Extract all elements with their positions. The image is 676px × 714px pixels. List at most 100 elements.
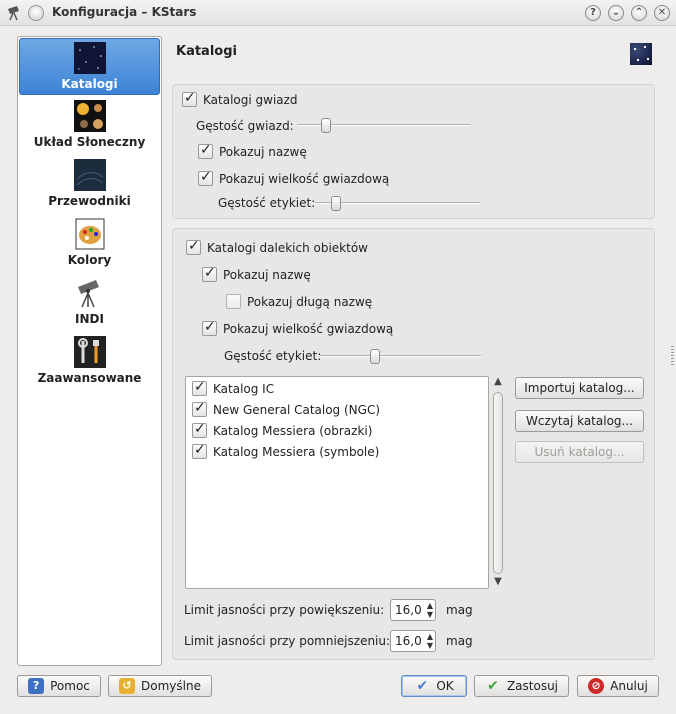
sidebar-item-kolory[interactable]: Kolory	[19, 218, 160, 267]
button-label: Zastosuj	[506, 679, 559, 693]
list-item[interactable]: Katalog Messiera (symbole)	[192, 442, 380, 459]
deep-sky-catalogs-checkbox[interactable]: Katalogi dalekich obiektów	[186, 238, 368, 255]
sidebar-item-label: Przewodniki	[48, 194, 131, 208]
telescope-app-icon	[8, 6, 19, 21]
slider-thumb[interactable]	[331, 196, 341, 211]
deep-sky-show-long-name-checkbox[interactable]: Pokazuj długą nazwę	[226, 294, 372, 309]
star-label-density-slider[interactable]	[315, 196, 480, 211]
spin-arrows-icon[interactable]: ▲ ▼	[427, 632, 433, 650]
checkbox-box[interactable]	[226, 294, 241, 309]
scrollbar-groove[interactable]	[493, 392, 503, 574]
help-window-button[interactable]: ?	[585, 5, 601, 21]
sidebar-item-label: Układ Słoneczny	[33, 135, 146, 149]
defaults-icon: ↺	[119, 678, 136, 694]
button-label: Anuluj	[610, 679, 648, 693]
checkbox-box[interactable]	[192, 421, 207, 438]
checkbox-box[interactable]	[198, 169, 213, 186]
pin-button[interactable]	[28, 5, 44, 21]
checkbox-box[interactable]	[192, 442, 207, 459]
slider-thumb[interactable]	[370, 349, 380, 364]
checkbox-label: Pokazuj nazwę	[219, 144, 307, 159]
slider-thumb[interactable]	[321, 118, 331, 133]
color-palette-icon	[75, 218, 104, 250]
remove-catalog-button[interactable]: Usuń katalog...	[515, 441, 644, 463]
load-catalog-button[interactable]: Wczytaj katalog...	[515, 410, 644, 432]
list-item-label: Katalog IC	[213, 381, 275, 396]
star-density-slider[interactable]	[297, 118, 471, 133]
zoom-in-limit-label: Limit jasności przy powiększeniu:	[184, 603, 385, 617]
apply-button[interactable]: ✔ Zastosuj	[474, 675, 569, 697]
chevron-down-icon[interactable]: ▼	[491, 576, 505, 588]
button-label: Pomoc	[50, 679, 90, 693]
deep-sky-show-name-checkbox[interactable]: Pokazuj nazwę	[202, 265, 311, 282]
sidebar-item-indi[interactable]: INDI	[19, 277, 160, 326]
catalog-list-scrollbar[interactable]: ▲ ▼	[491, 376, 505, 589]
spin-arrows-icon[interactable]: ▲ ▼	[427, 601, 433, 619]
checkbox-box[interactable]	[192, 400, 207, 417]
star-label-density-label: Gęstość etykiet:	[218, 196, 316, 210]
checkbox-box[interactable]	[186, 238, 201, 255]
minimize-button[interactable]: ⌄	[608, 5, 624, 21]
apply-checkmark-icon: ✔	[487, 678, 499, 694]
chevron-up-icon[interactable]: ▲	[491, 376, 505, 388]
sidebar-item-uklad-sloneczny[interactable]: Układ Słoneczny	[19, 100, 160, 149]
sidebar-item-label: Kolory	[67, 253, 112, 267]
ok-button[interactable]: ✔ OK	[401, 675, 467, 697]
resize-grip[interactable]	[671, 346, 674, 366]
defaults-button[interactable]: ↺ Domyślne	[108, 675, 212, 697]
help-icon: ?	[28, 678, 45, 694]
solar-system-icon	[73, 100, 106, 132]
spinbox-value: 16,0	[395, 603, 422, 617]
button-label: OK	[436, 679, 454, 693]
help-button[interactable]: ? Pomoc	[17, 675, 101, 697]
checkbox-box[interactable]	[198, 142, 213, 159]
sidebar-item-przewodniki[interactable]: Przewodniki	[19, 159, 160, 208]
sidebar-item-label: Zaawansowane	[37, 371, 142, 385]
tools-icon	[73, 336, 106, 368]
list-item[interactable]: Katalog Messiera (obrazki)	[192, 421, 373, 438]
title-bar: Konfiguracja – KStars ? ⌄ ⌃ ✕	[0, 0, 676, 26]
checkbox-label: Katalogi gwiazd	[203, 92, 298, 107]
zoom-in-limit-spinbox[interactable]: 16,0 ▲ ▼	[390, 599, 436, 621]
spinbox-value: 16,0	[395, 634, 422, 648]
sidebar-item-label: Katalogi	[61, 77, 118, 91]
zoom-in-unit: mag	[446, 603, 473, 617]
checkbox-box[interactable]	[182, 90, 197, 107]
checkmark-icon: ✔	[416, 678, 429, 694]
sidebar: Katalogi Układ Słoneczny Przewodniki Kol…	[17, 36, 162, 666]
list-item[interactable]: Katalog IC	[192, 379, 275, 396]
checkbox-label: Pokazuj długą nazwę	[247, 294, 373, 309]
star-catalogs-checkbox[interactable]: Katalogi gwiazd	[182, 90, 298, 107]
catalog-list[interactable]: Katalog IC New General Catalog (NGC) Kat…	[185, 376, 489, 589]
zoom-out-limit-spinbox[interactable]: 16,0 ▲ ▼	[390, 630, 436, 652]
checkbox-box[interactable]	[202, 265, 217, 282]
deep-sky-label-density-label: Gęstość etykiet:	[224, 349, 322, 363]
checkbox-label: Katalogi dalekich obiektów	[207, 240, 368, 255]
checkbox-label: Pokazuj wielkość gwiazdową	[219, 171, 390, 186]
import-catalog-button[interactable]: Importuj katalog...	[515, 377, 644, 399]
maximize-button[interactable]: ⌃	[631, 5, 647, 21]
checkbox-label: Pokazuj wielkość gwiazdową	[223, 321, 394, 336]
star-show-magnitude-checkbox[interactable]: Pokazuj wielkość gwiazdową	[198, 169, 390, 186]
cancel-icon: ⊘	[588, 678, 605, 694]
sidebar-item-katalogi[interactable]: Katalogi	[19, 38, 160, 95]
list-item-label: New General Catalog (NGC)	[213, 402, 381, 417]
deep-sky-show-magnitude-checkbox[interactable]: Pokazuj wielkość gwiazdową	[202, 319, 394, 336]
checkbox-label: Pokazuj nazwę	[223, 267, 311, 282]
zoom-out-limit-label: Limit jasności przy pomniejszeniu:	[184, 634, 391, 648]
deep-sky-label-density-slider[interactable]	[320, 349, 481, 364]
list-item[interactable]: New General Catalog (NGC)	[192, 400, 381, 417]
star-show-name-checkbox[interactable]: Pokazuj nazwę	[198, 142, 307, 159]
sidebar-item-zaawansowane[interactable]: Zaawansowane	[19, 336, 160, 385]
list-item-label: Katalog Messiera (obrazki)	[213, 423, 373, 438]
list-item-label: Katalog Messiera (symbole)	[213, 444, 380, 459]
star-field-icon	[630, 43, 652, 65]
checkbox-box[interactable]	[192, 379, 207, 396]
close-button[interactable]: ✕	[654, 5, 670, 21]
star-density-label: Gęstość gwiazd:	[196, 119, 294, 133]
checkbox-box[interactable]	[202, 319, 217, 336]
guides-icon	[73, 159, 106, 191]
page-title: Katalogi	[176, 44, 237, 59]
cancel-button[interactable]: ⊘ Anuluj	[577, 675, 659, 697]
button-label: Domyślne	[141, 679, 201, 693]
